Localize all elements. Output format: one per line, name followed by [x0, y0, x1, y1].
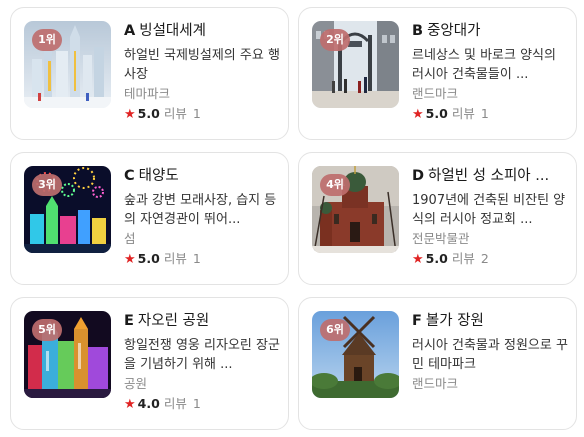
place-category: 공원 — [124, 376, 148, 391]
star-icon: ★ — [124, 397, 136, 412]
review-label: 리뷰 — [163, 251, 187, 266]
place-letter: D — [412, 168, 425, 184]
review-count: 1 — [480, 106, 489, 121]
place-category: 전문박물관 — [412, 231, 470, 246]
review-count: 2 — [480, 251, 489, 266]
place-card-1[interactable]: 1위 A 빙설대세계 하얼빈 국제빙설제의 주요 행사장 테마파크 ★ 5.0 리뷰 … — [10, 7, 289, 140]
place-card-3[interactable]: 3위 C 태양도 숲과 강변 모래사장, 습지 등의 자연경관이 뛰어... 섬 … — [10, 152, 289, 285]
place-description: 숲과 강변 모래사장, 습지 등의 자연경관이 뛰어... — [124, 193, 277, 227]
place-rating: ★ 5.0 리뷰 1 — [124, 105, 282, 124]
rating-score: 5.0 — [137, 106, 160, 121]
rank-badge: 3위 — [32, 174, 62, 196]
sofia-church-photo: 4위 — [312, 166, 399, 253]
place-description: 1907년에 건축된 비잔틴 양식의 러시아 정교회 ... — [412, 193, 566, 227]
rank-badge: 5위 — [32, 319, 62, 341]
place-rating: ★ 5.0 리뷰 1 — [412, 105, 570, 124]
ice-castle-photo: 1위 — [24, 21, 111, 108]
place-card-5[interactable]: 5위 E 자오린 공원 항일전쟁 영웅 리자오린 장군을 기념하기 위해 ... … — [10, 297, 289, 430]
place-description: 러시아 건축물과 정원으로 꾸민 테마파크 — [412, 338, 568, 372]
place-name: 볼가 장원 — [425, 313, 484, 329]
rank-badge: 6위 — [320, 319, 350, 341]
rating-score: 5.0 — [137, 251, 160, 266]
place-rating: ★ 5.0 리뷰 2 — [412, 250, 570, 269]
review-label: 리뷰 — [451, 106, 475, 121]
review-label: 리뷰 — [451, 251, 475, 266]
review-label: 리뷰 — [163, 396, 187, 411]
rank-badge: 1위 — [32, 29, 62, 51]
place-description: 항일전쟁 영웅 리자오린 장군을 기념하기 위해 ... — [124, 338, 280, 372]
rating-score: 5.0 — [425, 251, 448, 266]
place-letter: E — [124, 313, 134, 329]
star-icon: ★ — [124, 252, 136, 267]
review-count: 1 — [192, 106, 201, 121]
place-letter: C — [124, 168, 135, 184]
star-icon: ★ — [412, 252, 424, 267]
review-label: 리뷰 — [163, 106, 187, 121]
rank-badge: 2위 — [320, 29, 350, 51]
review-count: 1 — [192, 396, 201, 411]
place-list: 1위 A 빙설대세계 하얼빈 국제빙설제의 주요 행사장 테마파크 ★ 5.0 리뷰 … — [0, 0, 584, 437]
place-card-6[interactable]: 6위 F 볼가 장원 러시아 건축물과 정원으로 꾸민 테마파크 랜드마크 — [298, 297, 577, 430]
place-card-4[interactable]: 4위 D 하얼빈 성 소피아 ... 1907년에 건축된 비잔틴 양식의 러시아… — [298, 152, 577, 285]
windmill-photo: 6위 — [312, 311, 399, 398]
place-title[interactable]: E 자오린 공원 — [124, 311, 282, 333]
place-title[interactable]: F 볼가 장원 — [412, 311, 570, 333]
place-title[interactable]: D 하얼빈 성 소피아 ... — [412, 166, 570, 188]
street-gate-photo: 2위 — [312, 21, 399, 108]
star-icon: ★ — [412, 107, 424, 122]
place-name: 빙설대세계 — [139, 23, 206, 39]
place-description: 하얼빈 국제빙설제의 주요 행사장 — [124, 48, 280, 82]
place-name: 태양도 — [138, 168, 179, 184]
place-name: 자오린 공원 — [137, 313, 210, 329]
fireworks-ice-photo: 3위 — [24, 166, 111, 253]
rank-badge: 4위 — [320, 174, 350, 196]
place-rating: ★ 4.0 리뷰 1 — [124, 395, 282, 414]
ice-lantern-photo: 5위 — [24, 311, 111, 398]
place-title[interactable]: A 빙설대세계 — [124, 21, 282, 43]
place-name: 하얼빈 성 소피아 ... — [428, 168, 550, 184]
review-count: 1 — [192, 251, 201, 266]
rating-score: 5.0 — [425, 106, 448, 121]
star-icon: ★ — [124, 107, 136, 122]
place-rating: ★ 5.0 리뷰 1 — [124, 250, 282, 269]
place-card-2[interactable]: 2위 B 중앙대가 르네상스 및 바로크 양식의 러시아 건축물들이 ... 랜드… — [298, 7, 577, 140]
place-category: 섬 — [124, 231, 136, 246]
rating-score: 4.0 — [137, 396, 160, 411]
place-title[interactable]: C 태양도 — [124, 166, 282, 188]
place-letter: F — [412, 313, 422, 329]
place-title[interactable]: B 중앙대가 — [412, 21, 570, 43]
place-description: 르네상스 및 바로크 양식의 러시아 건축물들이 ... — [412, 48, 556, 82]
place-category: 랜드마크 — [412, 376, 459, 391]
place-category: 랜드마크 — [412, 86, 459, 101]
place-category: 테마파크 — [124, 86, 171, 101]
place-name: 중앙대가 — [427, 23, 481, 39]
place-letter: B — [412, 23, 424, 39]
place-letter: A — [124, 23, 136, 39]
